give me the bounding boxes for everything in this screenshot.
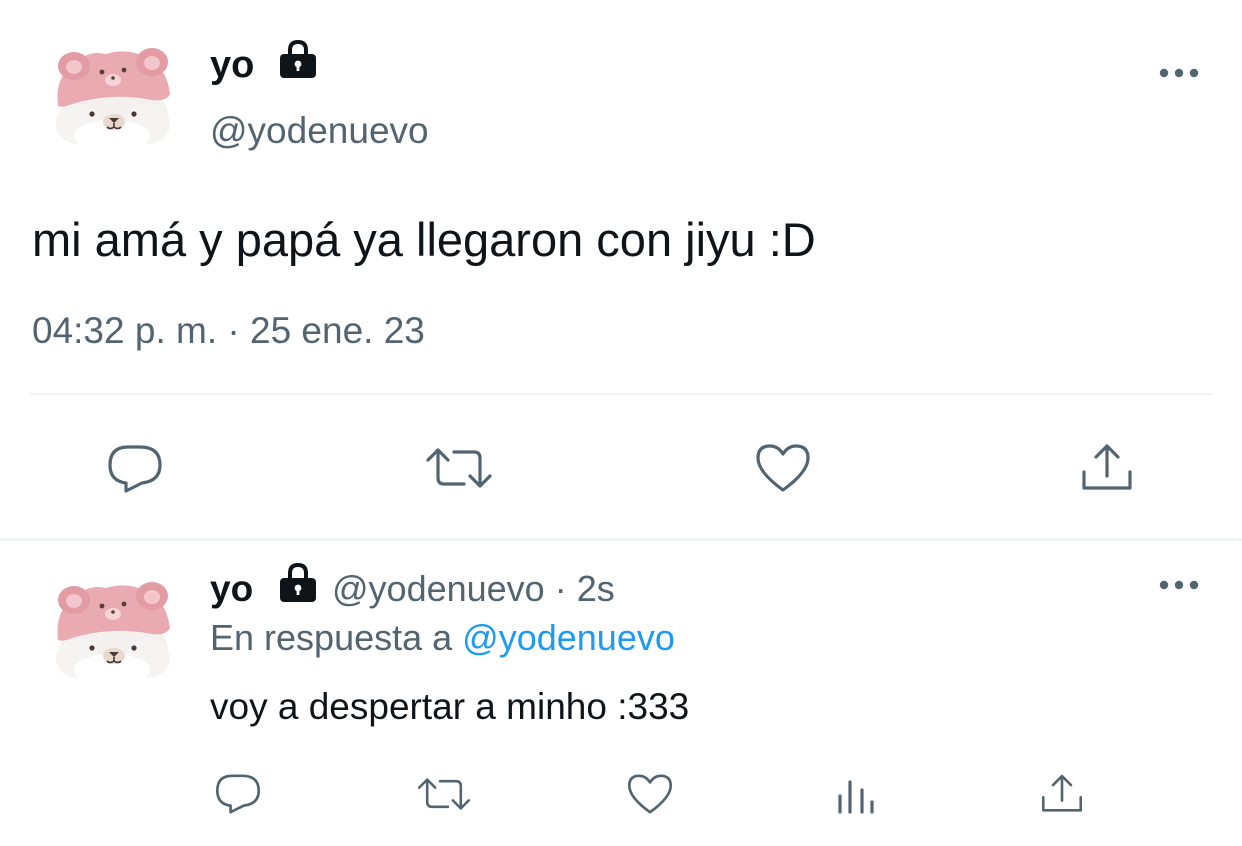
lock-icon bbox=[276, 39, 320, 80]
share-icon[interactable] bbox=[1080, 442, 1134, 494]
reply-icon[interactable] bbox=[106, 443, 164, 495]
tweet-text: mi amá y papá ya llegaron con jiyu :D bbox=[32, 213, 816, 266]
reply-icon[interactable] bbox=[214, 772, 262, 816]
user-handle[interactable]: @yodenuevo bbox=[332, 568, 545, 609]
tweet-separator bbox=[0, 538, 1242, 541]
display-name[interactable]: yo bbox=[210, 565, 253, 613]
reply-context-prefix: En respuesta a bbox=[210, 617, 463, 658]
avatar[interactable] bbox=[48, 44, 176, 154]
lock-icon bbox=[276, 562, 320, 604]
like-icon[interactable] bbox=[754, 442, 812, 494]
tweet-text: voy a despertar a minho :333 bbox=[210, 686, 690, 727]
user-handle[interactable]: @yodenuevo bbox=[210, 106, 429, 156]
more-dots-icon[interactable] bbox=[1156, 570, 1202, 600]
share-icon[interactable] bbox=[1040, 772, 1084, 816]
reply-mention-link[interactable]: @yodenuevo bbox=[462, 617, 675, 658]
more-dots-icon[interactable] bbox=[1156, 58, 1202, 88]
reply-context: En respuesta a @yodenuevo bbox=[210, 614, 675, 662]
avatar-image bbox=[48, 578, 176, 688]
display-name[interactable]: yo bbox=[210, 40, 254, 90]
reply-handle-time: @yodenuevo · 2s bbox=[332, 565, 615, 613]
meta-separator: · bbox=[544, 568, 577, 609]
analytics-icon[interactable] bbox=[834, 776, 878, 814]
tweet-time[interactable]: 2s bbox=[577, 568, 615, 609]
retweet-icon[interactable] bbox=[424, 444, 494, 492]
like-icon[interactable] bbox=[626, 772, 674, 816]
avatar-image bbox=[48, 44, 176, 154]
avatar[interactable] bbox=[48, 578, 176, 688]
retweet-icon[interactable] bbox=[416, 774, 472, 814]
divider bbox=[30, 393, 1212, 395]
tweet-timestamp[interactable]: 04:32 p. m. · 25 ene. 23 bbox=[32, 306, 425, 356]
